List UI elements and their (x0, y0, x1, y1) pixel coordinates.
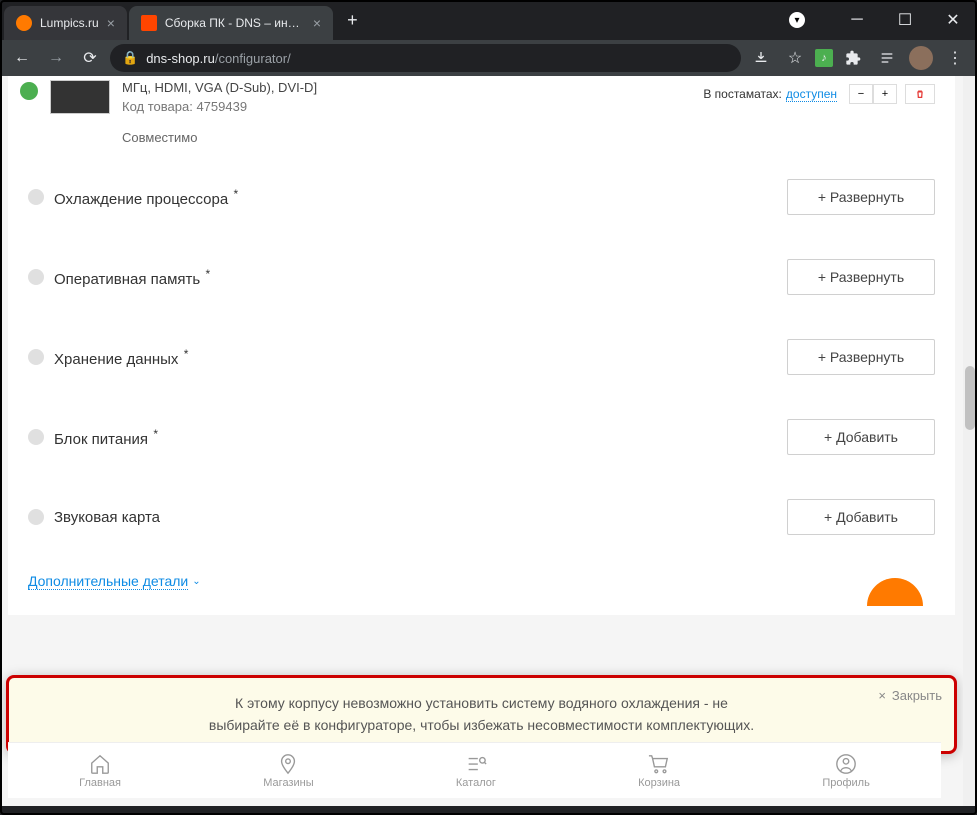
category-name: Хранение данных (54, 351, 178, 368)
check-circle-icon (20, 82, 38, 100)
availability-link[interactable]: доступен (786, 87, 837, 102)
user-icon (835, 753, 857, 775)
scrollbar-track[interactable] (963, 76, 977, 806)
warning-close-button[interactable]: × Закрыть (878, 688, 942, 703)
new-tab-button[interactable]: + (347, 10, 358, 31)
cart-icon (648, 753, 670, 775)
back-button[interactable]: ← (8, 44, 36, 72)
category-row-psu: Блок питания * + Добавить (28, 397, 935, 477)
category-name: Оперативная память (54, 271, 200, 288)
category-name: Звуковая карта (54, 509, 160, 526)
forward-button[interactable]: → (42, 44, 70, 72)
close-label: Закрыть (892, 688, 942, 703)
qty-increase-button[interactable]: + (873, 84, 897, 104)
chevron-down-icon: ⌄ (192, 576, 200, 587)
menu-icon[interactable]: ⋮ (941, 44, 969, 72)
install-icon[interactable] (747, 44, 775, 72)
expand-button[interactable]: + Развернуть (787, 339, 935, 375)
home-icon (89, 753, 111, 775)
reload-button[interactable]: ⟳ (76, 44, 104, 72)
warning-text: К этому корпусу невозможно установить си… (202, 692, 762, 737)
product-code-label: Код товара: (122, 99, 193, 114)
required-asterisk: * (150, 427, 158, 441)
nav-label: Магазины (263, 777, 313, 789)
category-row-ram: Оперативная память * + Развернуть (28, 237, 935, 317)
nav-label: Профиль (822, 777, 870, 789)
reading-list-icon[interactable] (873, 44, 901, 72)
status-circle-icon (28, 509, 44, 525)
nav-profile[interactable]: Профиль (822, 753, 870, 789)
status-circle-icon (28, 429, 44, 445)
required-asterisk: * (230, 187, 238, 201)
nav-label: Корзина (638, 777, 680, 789)
window-close-icon[interactable]: ✕ (933, 5, 973, 35)
window-maximize-icon[interactable]: ☐ (885, 5, 925, 35)
product-spec: МГц, HDMI, VGA (D-Sub), DVI-D] (122, 80, 691, 95)
tab-title: Сборка ПК - DNS – интернет ма (165, 16, 305, 30)
bottom-nav: Главная Магазины Каталог Корзина Профиль (8, 742, 941, 798)
qty-decrease-button[interactable]: − (849, 84, 873, 104)
compatibility-text: Совместимо (122, 130, 691, 145)
close-icon: × (878, 688, 886, 703)
window-minimize-icon[interactable]: ─ (837, 5, 877, 35)
nav-label: Главная (79, 777, 121, 789)
add-button[interactable]: + Добавить (787, 499, 935, 535)
category-row-cooling: Охлаждение процессора * + Развернуть (28, 157, 935, 237)
extensions-icon[interactable] (839, 44, 867, 72)
required-asterisk: * (202, 267, 210, 281)
nav-label: Каталог (456, 777, 496, 789)
nav-cart[interactable]: Корзина (638, 753, 680, 789)
more-details-label: Дополнительные детали (28, 573, 188, 590)
profile-avatar[interactable] (907, 44, 935, 72)
availability-label: В постаматах: (703, 87, 782, 101)
product-image[interactable] (50, 80, 110, 114)
status-circle-icon (28, 189, 44, 205)
tab-favicon (16, 15, 32, 31)
browser-tab-active[interactable]: Сборка ПК - DNS – интернет ма × (129, 6, 333, 40)
more-details-link[interactable]: Дополнительные детали ⌄ (28, 557, 935, 615)
category-row-sound: Звуковая карта + Добавить (28, 477, 935, 557)
product-row: МГц, HDMI, VGA (D-Sub), DVI-D] Код товар… (28, 76, 935, 157)
status-circle-icon (28, 349, 44, 365)
page-content: МГц, HDMI, VGA (D-Sub), DVI-D] Код товар… (0, 76, 977, 806)
remove-button[interactable] (905, 84, 935, 104)
browser-toolbar: ← → ⟳ 🔒 dns-shop.ru/configurator/ ☆ ♪ ⋮ (0, 40, 977, 76)
add-button[interactable]: + Добавить (787, 419, 935, 455)
nav-catalog[interactable]: Каталог (456, 753, 496, 789)
nav-stores[interactable]: Магазины (263, 753, 313, 789)
category-name: Блок питания (54, 431, 148, 448)
browser-titlebar: Lumpics.ru × Сборка ПК - DNS – интернет … (0, 0, 977, 40)
url-path: /configurator/ (215, 51, 291, 66)
expand-button[interactable]: + Развернуть (787, 259, 935, 295)
bookmark-star-icon[interactable]: ☆ (781, 44, 809, 72)
lock-icon: 🔒 (122, 50, 138, 66)
music-indicator-icon[interactable]: ▾ (789, 12, 805, 28)
nav-home[interactable]: Главная (79, 753, 121, 789)
category-name: Охлаждение процессора (54, 191, 228, 208)
scrollbar-thumb[interactable] (965, 366, 975, 430)
browser-tab[interactable]: Lumpics.ru × (4, 6, 127, 40)
category-row-storage: Хранение данных * + Развернуть (28, 317, 935, 397)
extension-music-icon[interactable]: ♪ (815, 49, 833, 67)
expand-button[interactable]: + Развернуть (787, 179, 935, 215)
status-circle-icon (28, 269, 44, 285)
tab-favicon (141, 15, 157, 31)
tab-title: Lumpics.ru (40, 16, 99, 30)
address-bar[interactable]: 🔒 dns-shop.ru/configurator/ (110, 44, 741, 72)
tab-close-icon[interactable]: × (107, 15, 115, 31)
product-code: 4759439 (196, 99, 247, 114)
catalog-icon (465, 753, 487, 775)
required-asterisk: * (180, 347, 188, 361)
pin-icon (277, 753, 299, 775)
url-host: dns-shop.ru (146, 51, 215, 66)
tab-close-icon[interactable]: × (313, 15, 321, 31)
